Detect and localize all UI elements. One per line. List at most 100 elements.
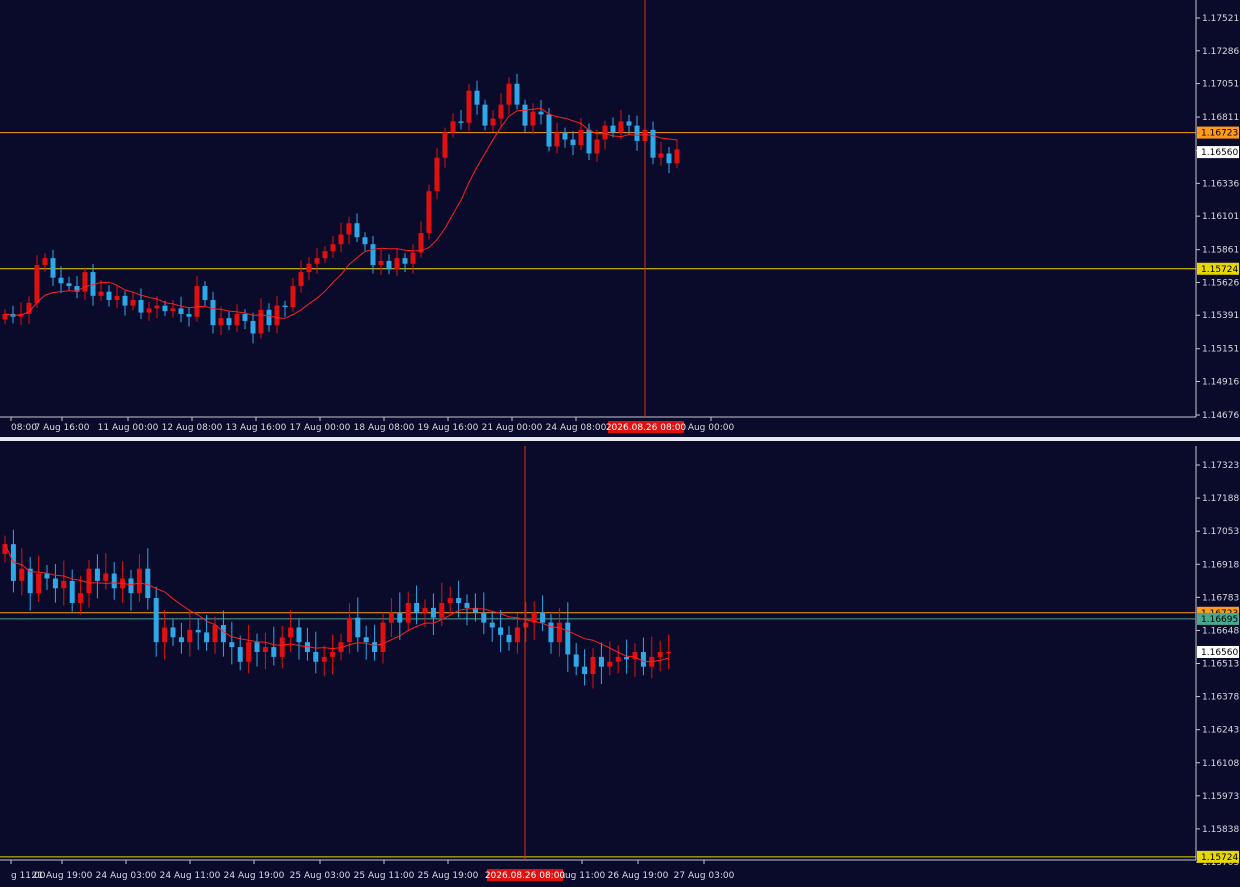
candle-body[interactable]: [313, 651, 319, 662]
candle-body[interactable]: [386, 260, 392, 270]
candle-body[interactable]: [271, 647, 277, 657]
candle-body[interactable]: [506, 83, 512, 105]
candle-body[interactable]: [122, 295, 128, 306]
candle-body[interactable]: [86, 568, 92, 594]
candle-body[interactable]: [430, 607, 436, 618]
candle-body[interactable]: [578, 129, 584, 146]
candle-body[interactable]: [442, 132, 448, 158]
candle-body[interactable]: [153, 598, 159, 643]
candle-body[interactable]: [666, 651, 672, 653]
candle-body[interactable]: [594, 139, 600, 154]
candle-body[interactable]: [402, 258, 408, 264]
candle-body[interactable]: [170, 308, 176, 312]
candle-body[interactable]: [186, 313, 192, 317]
candle-body[interactable]: [586, 129, 592, 154]
candle-body[interactable]: [610, 125, 616, 133]
candle-body[interactable]: [388, 612, 394, 623]
candle-body[interactable]: [187, 629, 193, 643]
candle-body[interactable]: [282, 305, 288, 307]
candle-body[interactable]: [178, 308, 184, 314]
candle-body[interactable]: [274, 305, 280, 326]
candle-body[interactable]: [618, 121, 624, 133]
candle-body[interactable]: [103, 573, 109, 581]
candle-body[interactable]: [565, 622, 571, 655]
candle-body[interactable]: [27, 568, 33, 594]
candle-body[interactable]: [314, 258, 320, 264]
candle-body[interactable]: [422, 607, 428, 613]
candle-body[interactable]: [210, 300, 216, 326]
candle-body[interactable]: [554, 132, 560, 147]
candle-body[interactable]: [178, 637, 184, 643]
candle-body[interactable]: [106, 291, 112, 301]
candle-body[interactable]: [378, 260, 384, 266]
candle-body[interactable]: [615, 656, 621, 662]
candle-body[interactable]: [146, 308, 152, 313]
candle-body[interactable]: [322, 251, 328, 259]
candle-body[interactable]: [262, 647, 268, 652]
candle-body[interactable]: [145, 568, 151, 599]
candle-body[interactable]: [290, 286, 296, 307]
candle-body[interactable]: [130, 300, 136, 306]
candle-body[interactable]: [338, 234, 344, 245]
candle-body[interactable]: [466, 90, 472, 123]
candle-body[interactable]: [674, 149, 680, 164]
candle-body[interactable]: [434, 157, 440, 192]
candle-body[interactable]: [355, 617, 361, 638]
candle-body[interactable]: [607, 661, 613, 667]
candle-body[interactable]: [44, 573, 50, 579]
candle-body[interactable]: [246, 642, 252, 662]
candle-body[interactable]: [658, 153, 664, 158]
candle-body[interactable]: [410, 252, 416, 264]
candle-body[interactable]: [237, 647, 243, 662]
candle-body[interactable]: [58, 277, 64, 284]
bottom-chart-pane[interactable]: 1.17323 1.17188 1.17053 1.16918 1.16783 1.166…: [0, 446, 1239, 881]
candle-body[interactable]: [650, 129, 656, 158]
candle-body[interactable]: [514, 627, 520, 643]
candle-body[interactable]: [362, 237, 368, 245]
candle-body[interactable]: [598, 656, 604, 667]
candle-body[interactable]: [640, 651, 646, 667]
candle-body[interactable]: [128, 578, 134, 594]
candle-body[interactable]: [234, 313, 240, 326]
candle-body[interactable]: [397, 612, 403, 623]
candle-body[interactable]: [458, 121, 464, 123]
candle-body[interactable]: [556, 622, 562, 643]
candle-body[interactable]: [624, 656, 630, 660]
candle-body[interactable]: [296, 627, 302, 643]
candle-body[interactable]: [546, 114, 552, 147]
candle-body[interactable]: [170, 627, 176, 638]
candle-body[interactable]: [380, 622, 386, 652]
candle-body[interactable]: [523, 622, 529, 628]
candle-body[interactable]: [405, 602, 411, 623]
candle-body[interactable]: [414, 602, 420, 613]
candle-body[interactable]: [194, 286, 200, 317]
candle-body[interactable]: [522, 104, 528, 126]
candle-body[interactable]: [489, 622, 495, 628]
candle-body[interactable]: [266, 309, 272, 326]
candle-body[interactable]: [82, 272, 88, 292]
candle-body[interactable]: [506, 634, 512, 643]
candle-body[interactable]: [78, 593, 84, 603]
candle-body[interactable]: [36, 573, 42, 594]
candle-body[interactable]: [626, 121, 632, 126]
candle-body[interactable]: [138, 300, 144, 313]
candle-body[interactable]: [111, 573, 117, 589]
candle-body[interactable]: [258, 309, 264, 334]
candle-body[interactable]: [582, 666, 588, 675]
candle-body[interactable]: [354, 223, 360, 238]
candle-body[interactable]: [346, 223, 352, 235]
candle-body[interactable]: [229, 642, 235, 648]
candle-body[interactable]: [298, 272, 304, 287]
candle-body[interactable]: [50, 258, 56, 278]
candle-body[interactable]: [498, 104, 504, 119]
candle-body[interactable]: [634, 125, 640, 141]
candle-body[interactable]: [464, 602, 470, 608]
candle-body[interactable]: [346, 617, 352, 643]
candle-body[interactable]: [162, 305, 168, 312]
candle-body[interactable]: [330, 244, 336, 252]
candle-body[interactable]: [447, 598, 453, 603]
candle-body[interactable]: [514, 83, 520, 105]
candle-body[interactable]: [363, 637, 369, 643]
candle-body[interactable]: [562, 132, 568, 140]
candle-body[interactable]: [288, 627, 294, 638]
